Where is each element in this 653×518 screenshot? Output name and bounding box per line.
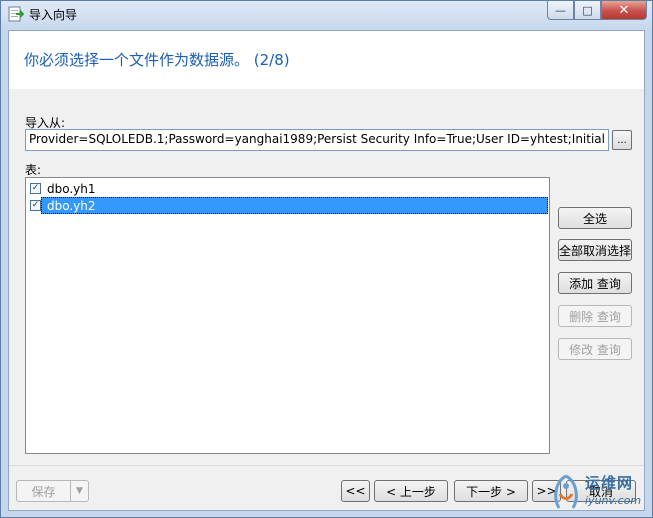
first-step-button[interactable]: <<	[341, 480, 370, 502]
close-icon: ✕	[618, 2, 630, 18]
cancel-button[interactable]: 取消	[566, 480, 636, 502]
import-wizard-window: 导入向导 — □ ✕ 你必须选择一个文件作为数据源。 (2/8) 导入从: Pr…	[0, 0, 653, 518]
next-button[interactable]: 下一步 >	[454, 480, 528, 502]
save-split-button[interactable]: 保存 ▼	[16, 480, 89, 502]
check-icon: ✓	[31, 200, 40, 210]
add-query-button[interactable]: 添加 查询	[558, 272, 632, 294]
ellipsis-icon: ...	[617, 134, 627, 146]
table-name: dbo.yh1	[47, 181, 96, 196]
maximize-icon: □	[582, 3, 593, 17]
minimize-icon: —	[555, 3, 566, 17]
import-wizard-icon	[8, 6, 24, 22]
selection-highlight	[41, 197, 548, 214]
wizard-body: 导入从: Provider=SQLOLEDB.1;Password=yangha…	[9, 89, 644, 465]
caption-buttons: — □ ✕	[547, 1, 647, 21]
step-heading: 你必须选择一个文件作为数据源。 (2/8)	[24, 51, 290, 69]
check-icon: ✓	[31, 183, 40, 193]
table-name: dbo.yh2	[47, 198, 96, 213]
modify-query-button[interactable]: 修改 查询	[558, 338, 632, 360]
deselect-all-button[interactable]: 全部取消选择	[558, 239, 632, 261]
window-title: 导入向导	[29, 8, 78, 22]
last-step-button[interactable]: >>	[532, 480, 561, 502]
wizard-header: 你必须选择一个文件作为数据源。 (2/8)	[9, 31, 644, 89]
save-button[interactable]: 保存	[17, 481, 71, 501]
previous-button[interactable]: < 上一步	[374, 480, 448, 502]
delete-query-button[interactable]: 删除 查询	[558, 305, 632, 327]
wizard-footer: 保存 ▼ << < 上一步 下一步 > >> 取消	[9, 465, 644, 510]
select-all-button[interactable]: 全选	[558, 207, 632, 229]
table-list[interactable]: ✓ dbo.yh1 ✓ dbo.yh2	[25, 177, 550, 454]
table-checkbox[interactable]: ✓	[30, 200, 41, 211]
list-item[interactable]: ✓ dbo.yh2	[27, 197, 548, 214]
connection-string-field[interactable]: Provider=SQLOLEDB.1;Password=yanghai1989…	[25, 129, 609, 151]
title-bar[interactable]: 导入向导 — □ ✕	[1, 1, 652, 27]
list-item[interactable]: ✓ dbo.yh1	[27, 180, 548, 197]
close-button[interactable]: ✕	[601, 1, 647, 20]
maximize-button[interactable]: □	[574, 1, 601, 20]
tables-label: 表:	[25, 163, 42, 177]
browse-button[interactable]: ...	[612, 130, 632, 150]
wizard-client-area: 你必须选择一个文件作为数据源。 (2/8) 导入从: Provider=SQLO…	[8, 30, 645, 511]
table-checkbox[interactable]: ✓	[30, 183, 41, 194]
chevron-down-icon[interactable]: ▼	[71, 481, 88, 501]
minimize-button[interactable]: —	[547, 1, 574, 20]
